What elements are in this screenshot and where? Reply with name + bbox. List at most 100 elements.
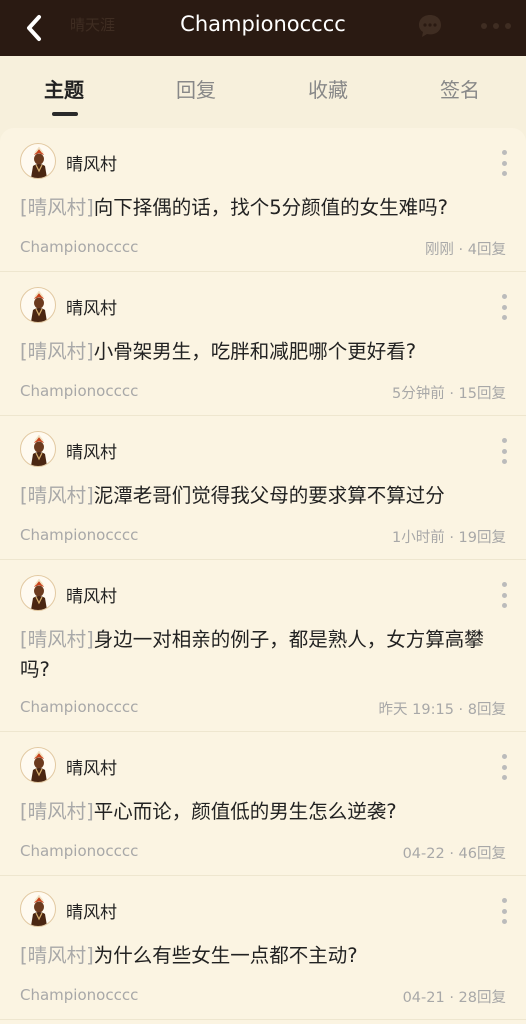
post-replies: 46回复 (458, 846, 506, 862)
post-username: Championocccc (20, 842, 139, 860)
post-tag: [晴风村] (20, 340, 94, 363)
meta-separator: · (449, 990, 454, 1006)
top-bar: 晴天涯 Championocccc (0, 0, 526, 56)
avatar-figure-icon (31, 894, 47, 926)
post-title-text: 平心而论，颜值低的男生怎么逆袭? (93, 800, 397, 823)
more-button[interactable] (474, 12, 518, 40)
post-tag: [晴风村] (20, 196, 94, 219)
avatar[interactable] (20, 747, 56, 783)
post-author[interactable]: 晴风村 (66, 582, 117, 607)
post-username: Championocccc (20, 698, 139, 716)
post-time: 1小时前 (391, 530, 445, 546)
meta-separator: · (449, 386, 454, 402)
post-author[interactable]: 晴风村 (66, 898, 117, 923)
post-item[interactable]: 晴风村 [晴风村]小骨架男生，吃胖和减肥哪个更好看? Championocccc… (0, 272, 526, 416)
post-item[interactable]: 晴风村 [晴风村]平心而论，颜值低的男生怎么逆袭? Championocccc … (0, 732, 526, 876)
post-menu-button[interactable] (496, 754, 512, 780)
menu-dot-icon (501, 171, 507, 176)
menu-dot-icon (501, 592, 507, 598)
post-title[interactable]: [晴风村]平心而论，颜值低的男生怎么逆袭? (20, 797, 496, 827)
menu-dot-icon (501, 304, 507, 310)
post-item[interactable]: 晴风村 [晴风村]泥潭老哥们觉得我父母的要求算不算过分 Championoccc… (0, 416, 526, 560)
page-title: Championocccc (180, 12, 346, 36)
more-dot-icon (493, 23, 499, 29)
tab-replies[interactable]: 回复 (176, 74, 216, 103)
post-menu-button[interactable] (496, 582, 512, 608)
tab-signature[interactable]: 签名 (440, 74, 480, 103)
active-tab-indicator (52, 112, 78, 116)
post-title-text: 小骨架男生，吃胖和减肥哪个更好看? (93, 340, 417, 363)
tab-favorites[interactable]: 收藏 (308, 74, 348, 103)
avatar[interactable] (20, 891, 56, 927)
post-username: Championocccc (20, 986, 139, 1004)
meta-separator: · (458, 242, 464, 258)
post-time: 5分钟前 (391, 386, 445, 402)
post-author[interactable]: 晴风村 (66, 754, 117, 779)
avatar-figure-icon (31, 578, 47, 610)
post-username: Championocccc (20, 238, 139, 256)
post-menu-button[interactable] (496, 898, 512, 924)
menu-dot-icon (501, 898, 507, 903)
avatar[interactable] (20, 287, 56, 323)
post-tag: [晴风村] (20, 484, 94, 507)
post-username: Championocccc (20, 526, 139, 544)
menu-dot-icon (501, 603, 507, 608)
meta-separator: · (449, 530, 454, 546)
menu-dot-icon (501, 908, 507, 914)
post-menu-button[interactable] (496, 294, 512, 320)
menu-dot-icon (501, 294, 507, 299)
tab-topics[interactable]: 主题 (44, 74, 84, 103)
post-author[interactable]: 晴风村 (66, 294, 117, 319)
post-item[interactable]: 晴风村 [晴风村]为什么有些女生一点都不主动? Championocccc 04… (0, 876, 526, 1020)
post-tag: [晴风村] (20, 800, 94, 823)
post-title[interactable]: [晴风村]泥潭老哥们觉得我父母的要求算不算过分 (20, 481, 496, 511)
post-replies: 8回复 (467, 702, 506, 718)
avatar-figure-icon (31, 146, 47, 178)
avatar[interactable] (20, 143, 56, 179)
tab-bar: 主题 回复 收藏 签名 (0, 64, 526, 118)
menu-dot-icon (501, 582, 507, 587)
post-author[interactable]: 晴风村 (66, 438, 117, 463)
post-time: 刚刚 (424, 242, 454, 258)
post-item[interactable]: 晴风村 [晴风村]向下择偶的话，找个5分颜值的女生难吗? Championocc… (0, 128, 526, 272)
post-replies: 15回复 (458, 386, 506, 402)
post-title[interactable]: [晴风村]小骨架男生，吃胖和减肥哪个更好看? (20, 337, 496, 367)
post-time: 昨天 19:15 (378, 702, 454, 718)
post-title[interactable]: [晴风村]身边一对相亲的例子，都是熟人，女方算高攀吗? (20, 625, 496, 685)
menu-dot-icon (501, 160, 507, 166)
post-tag: [晴风村] (20, 944, 94, 967)
post-title[interactable]: [晴风村]为什么有些女生一点都不主动? (20, 941, 496, 971)
menu-dot-icon (501, 438, 507, 443)
avatar[interactable] (20, 431, 56, 467)
avatar[interactable] (20, 575, 56, 611)
post-title-text: 泥潭老哥们觉得我父母的要求算不算过分 (93, 484, 445, 507)
more-dot-icon (481, 23, 487, 29)
avatar-figure-icon (31, 434, 47, 466)
post-username: Championocccc (20, 382, 139, 400)
post-list: 晴风村 [晴风村]向下择偶的话，找个5分颜值的女生难吗? Championocc… (0, 128, 526, 1024)
menu-dot-icon (501, 775, 507, 780)
post-title-text: 向下择偶的话，找个5分颜值的女生难吗? (93, 196, 448, 219)
post-meta: 04-21 · 28回复 (403, 986, 506, 1007)
meta-separator: · (449, 846, 454, 862)
menu-dot-icon (501, 764, 507, 770)
message-button[interactable] (416, 12, 444, 40)
avatar-figure-icon (31, 290, 47, 322)
post-replies: 4回复 (467, 242, 506, 258)
menu-dot-icon (501, 150, 507, 155)
post-author[interactable]: 晴风村 (66, 150, 117, 175)
post-replies: 28回复 (458, 990, 506, 1006)
post-item[interactable]: 晴风村 [晴风村]身边一对相亲的例子，都是熟人，女方算高攀吗? Champion… (0, 560, 526, 732)
post-menu-button[interactable] (496, 150, 512, 176)
meta-separator: · (458, 702, 464, 718)
post-menu-button[interactable] (496, 438, 512, 464)
menu-dot-icon (501, 919, 507, 924)
post-meta: 刚刚 · 4回复 (425, 238, 506, 259)
post-meta: 5分钟前 · 15回复 (392, 382, 506, 403)
menu-dot-icon (501, 459, 507, 464)
post-title[interactable]: [晴风村]向下择偶的话，找个5分颜值的女生难吗? (20, 193, 496, 223)
menu-dot-icon (501, 754, 507, 759)
post-time: 04-22 (402, 846, 445, 862)
post-time: 04-21 (402, 990, 445, 1006)
more-dot-icon (505, 23, 511, 29)
